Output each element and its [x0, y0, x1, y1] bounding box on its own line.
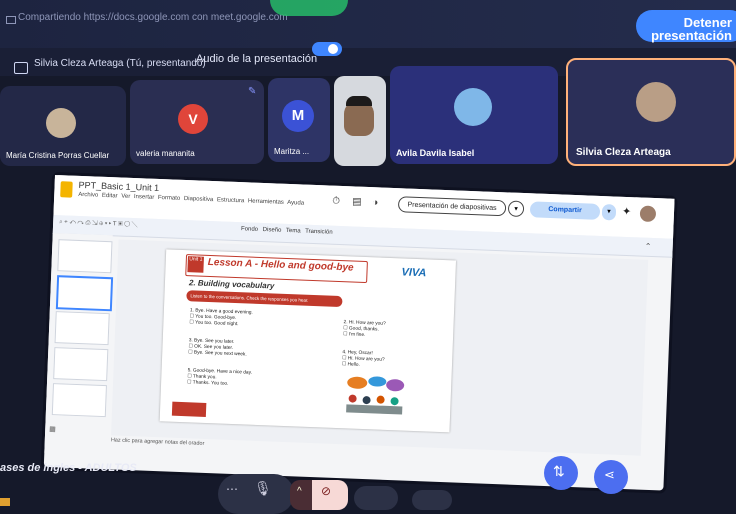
present-screen-icon	[14, 62, 28, 74]
swap-icon: ⇅	[553, 463, 565, 479]
participant-video-hair	[346, 96, 372, 106]
exercise-item: 4. Hey, Oscar! ☐ Hi. How are you? ☐ Hell…	[341, 350, 385, 369]
meet-icon[interactable]: ◑	[372, 197, 378, 208]
current-slide[interactable]: Unit 1 Lesson A - Hello and good-bye VIV…	[159, 249, 457, 433]
meeting-title: ases de ingles - ADULTOS	[0, 462, 137, 474]
exercise-item: 3. Bye. See you later. ☐ OK. See you lat…	[188, 338, 247, 358]
stop-presenting-button[interactable]: Detener presentación	[636, 10, 736, 42]
participant-avatar: M	[282, 100, 314, 132]
exercise-option: Thanks. You too.	[192, 380, 229, 388]
participant-tile[interactable]: V ✎ valeria mananita	[130, 80, 264, 164]
publisher-logo	[171, 401, 207, 417]
share-icon: ⋖	[604, 467, 615, 482]
chevron-up-icon: ^	[297, 486, 302, 497]
history-icon[interactable]: ⏱	[332, 196, 340, 207]
presentation-audio-label: Audio de la presentación	[196, 53, 318, 65]
share-indicator	[270, 0, 348, 16]
gemini-icon[interactable]: ✦	[622, 205, 632, 218]
exercise-option: I'm fine.	[348, 332, 366, 339]
slideshow-button[interactable]: Presentación de diapositivas	[397, 196, 507, 217]
section-subtitle: 2. Building vocabulary	[188, 278, 275, 291]
more-audio-options-icon[interactable]: ⋯	[226, 482, 238, 496]
people-illustration	[346, 376, 405, 415]
captions-button[interactable]	[354, 486, 398, 510]
exercise-item: 2. Hi. How are you? ☐ Good, thanks. ☐ I'…	[342, 320, 386, 339]
more-controls-button[interactable]	[412, 490, 452, 510]
microphone-icon[interactable]: 🎙	[254, 480, 272, 497]
exercise-option: Hello.	[347, 362, 360, 369]
share-status-text: Compartiendo https://docs.google.com con…	[18, 12, 288, 23]
slide-thumbnail-selected[interactable]	[55, 275, 114, 312]
slide-thumbnail[interactable]	[51, 383, 107, 418]
exercise-item: 1. Bye. Have a good evening. ☐ You too. …	[189, 308, 253, 328]
participant-photo-avatar	[636, 82, 676, 122]
taskbar-folder-icon[interactable]	[0, 498, 10, 506]
shared-slides-window[interactable]: PPT_Basic 1_Unit 1 Archivo Editar Ver In…	[43, 175, 675, 491]
participant-photo-avatar	[454, 88, 492, 126]
instruction-banner: Listen to the conversations. Check the r…	[186, 290, 343, 308]
screen-share-icon	[6, 16, 16, 24]
toggle-knob	[328, 44, 338, 54]
participant-tile[interactable]: M Maritza ...	[268, 78, 330, 162]
exercise-option: Bye. See you next week.	[193, 350, 247, 358]
share-dropdown-icon[interactable]: ▾	[601, 204, 617, 221]
participant-tile[interactable]: María Cristina Porras Cuellar	[0, 86, 126, 166]
participant-name: valeria mananita	[136, 149, 195, 158]
self-participant-tile[interactable]: Silvia Cleza Arteaga	[566, 58, 736, 166]
collapse-toolbar-icon[interactable]: ⌃	[645, 242, 652, 251]
exercise-item: 5. Good-bye. Have a nice day. ☐ Thank yo…	[187, 368, 253, 388]
slide-thumbnail[interactable]	[57, 239, 113, 274]
comments-icon[interactable]: ▤	[352, 196, 362, 207]
exercise-option: You too. Good night.	[194, 320, 239, 328]
slide-thumbnail[interactable]	[54, 311, 110, 346]
participant-name: Silvia Cleza Arteaga	[576, 147, 671, 158]
participant-photo-avatar	[46, 108, 76, 138]
grid-view-icon[interactable]: ▦	[49, 425, 56, 433]
share-button[interactable]: Compartir	[529, 201, 601, 220]
slides-logo-icon	[60, 181, 73, 198]
slide-thumbnail[interactable]	[53, 347, 109, 382]
participant-video-tile[interactable]	[334, 76, 386, 166]
participant-name: Avila Davila Isabel	[396, 148, 475, 158]
camera-off-icon: ⊘	[321, 484, 332, 498]
slide-thumbnail-panel: ▦	[44, 232, 114, 456]
brand-logo: VIVA	[401, 266, 427, 280]
presenter-name: Silvia Cleza Arteaga (Tú, presentando)	[34, 58, 206, 69]
participant-tile[interactable]: Avila Davila Isabel	[390, 66, 558, 164]
participant-name: Maritza ...	[274, 147, 310, 156]
participant-avatar: V	[178, 104, 208, 134]
mic-muted-icon: ✎	[248, 86, 257, 97]
screen-share-banner	[0, 0, 736, 48]
unit-badge: Unit 1	[187, 256, 204, 273]
participant-name: María Cristina Porras Cuellar	[6, 151, 110, 160]
